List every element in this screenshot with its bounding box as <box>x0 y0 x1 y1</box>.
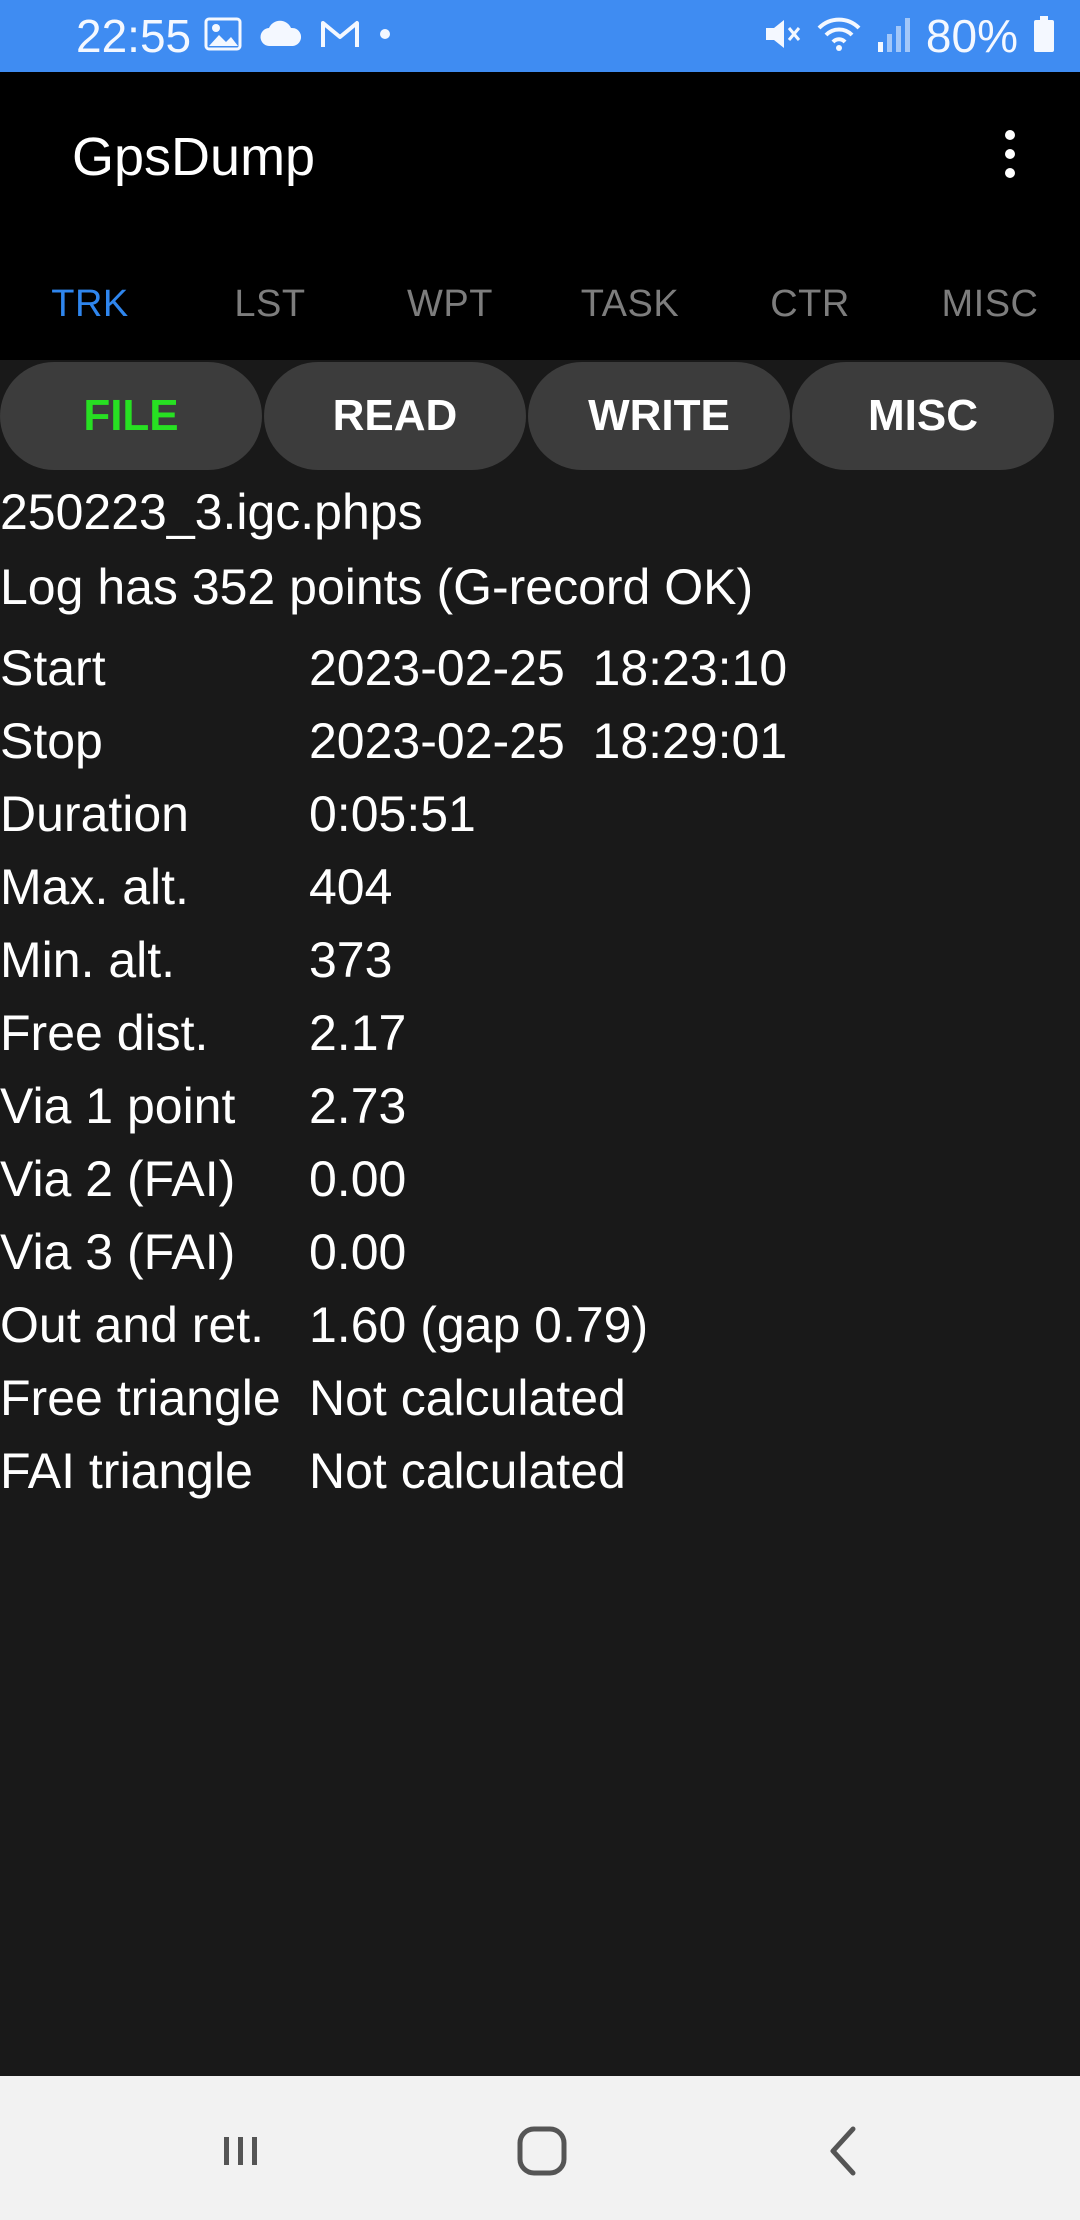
stat-row-stop: Stop 2023-02-25 18:29:01 <box>0 705 1080 778</box>
system-nav-bar <box>0 2076 1080 2220</box>
stat-value: 373 <box>309 932 393 988</box>
log-summary: Log has 352 points (G-record OK) <box>0 559 754 615</box>
cloud-icon <box>260 20 302 53</box>
stat-row-free-dist: Free dist. 2.17 <box>0 997 1080 1070</box>
stat-label: Start <box>0 640 106 696</box>
stat-label: Free dist. <box>0 1005 209 1061</box>
stat-label: Via 2 (FAI) <box>0 1151 236 1207</box>
stat-row-fai-triangle: FAI triangle Not calculated <box>0 1435 1080 1508</box>
stat-row-max-alt: Max. alt. 404 <box>0 851 1080 924</box>
app-bar: GpsDump <box>0 72 1080 248</box>
stat-value: 2023-02-25 18:29:01 <box>309 713 788 769</box>
status-time: 22:55 <box>76 10 192 62</box>
stat-value: 0:05:51 <box>309 786 476 842</box>
misc-button[interactable]: MISC <box>792 362 1054 470</box>
stat-label: Stop <box>0 713 103 769</box>
tab-task[interactable]: TASK <box>540 248 720 360</box>
stat-row-min-alt: Min. alt. 373 <box>0 924 1080 997</box>
stat-label: Max. alt. <box>0 859 189 915</box>
tab-misc[interactable]: MISC <box>900 248 1080 360</box>
stat-label: Min. alt. <box>0 932 176 988</box>
home-icon[interactable] <box>497 2106 587 2196</box>
tab-trk[interactable]: TRK <box>0 248 180 360</box>
stat-label: Out and ret. <box>0 1297 265 1353</box>
stat-row-duration: Duration 0:05:51 <box>0 778 1080 851</box>
status-notification-icons <box>204 16 392 56</box>
signal-icon <box>876 14 912 59</box>
overflow-menu-icon[interactable] <box>980 124 1040 184</box>
stat-value: 0.00 <box>309 1224 407 1280</box>
status-bar: 22:55 80% <box>0 0 1080 72</box>
tab-bar: TRK LST WPT TASK CTR MISC <box>0 248 1080 360</box>
stat-label: Via 1 point <box>0 1078 236 1134</box>
file-button[interactable]: FILE <box>0 362 262 470</box>
stat-value: 2.73 <box>309 1078 407 1134</box>
stat-label: Via 3 (FAI) <box>0 1224 236 1280</box>
stat-label: FAI triangle <box>0 1443 253 1499</box>
stat-value: 1.60 (gap 0.79) <box>309 1297 649 1353</box>
action-button-row: FILE READ WRITE MISC <box>0 362 1080 472</box>
stat-row-out-and-ret: Out and ret. 1.60 (gap 0.79) <box>0 1289 1080 1362</box>
battery-icon <box>1032 14 1056 59</box>
tab-wpt[interactable]: WPT <box>360 248 540 360</box>
stat-row-start: Start 2023-02-25 18:23:10 <box>0 632 1080 705</box>
status-system-icons: 80% <box>762 10 1056 62</box>
stat-label: Free triangle <box>0 1370 281 1426</box>
dot-icon <box>378 27 392 46</box>
back-icon[interactable] <box>800 2106 890 2196</box>
wifi-icon <box>816 14 862 59</box>
mute-icon <box>762 14 802 59</box>
stat-value: Not calculated <box>309 1370 626 1426</box>
recent-apps-icon[interactable] <box>195 2106 285 2196</box>
write-button[interactable]: WRITE <box>528 362 790 470</box>
read-button[interactable]: READ <box>264 362 526 470</box>
app-title: GpsDump <box>72 127 316 187</box>
stat-value: Not calculated <box>309 1443 626 1499</box>
stat-row-via-3-fai: Via 3 (FAI) 0.00 <box>0 1216 1080 1289</box>
tab-lst[interactable]: LST <box>180 248 360 360</box>
stat-value: 2023-02-25 18:23:10 <box>309 640 788 696</box>
stat-row-via-2-fai: Via 2 (FAI) 0.00 <box>0 1143 1080 1216</box>
stat-label: Duration <box>0 786 189 842</box>
stat-row-free-triangle: Free triangle Not calculated <box>0 1362 1080 1435</box>
stat-value: 0.00 <box>309 1151 407 1207</box>
battery-percent: 80% <box>925 10 1018 62</box>
stat-row-via-1-point: Via 1 point 2.73 <box>0 1070 1080 1143</box>
tab-ctr[interactable]: CTR <box>720 248 900 360</box>
gmail-icon <box>320 19 360 54</box>
stat-value: 404 <box>309 859 393 915</box>
track-stats: Start 2023-02-25 18:23:10 Stop 2023-02-2… <box>0 632 1080 1508</box>
stat-value: 2.17 <box>309 1005 407 1061</box>
gallery-icon <box>204 17 242 56</box>
file-name: 250223_3.igc.phps <box>0 484 423 540</box>
